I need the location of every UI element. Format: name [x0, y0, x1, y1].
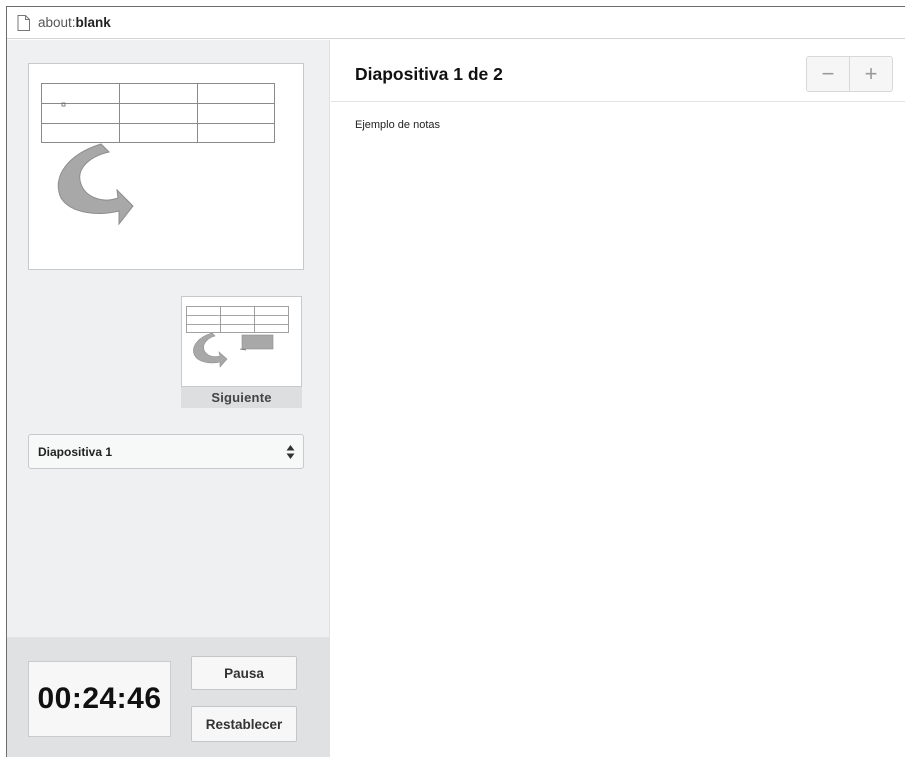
- presenter-sidebar: Siguiente Diapositiva 1 00:24:46 Pausa R…: [7, 40, 330, 757]
- slide-select-value: Diapositiva 1: [38, 444, 113, 459]
- zoom-in-button[interactable]: +: [849, 57, 892, 91]
- url-prefix: about:: [38, 15, 76, 30]
- url-text: about:blank: [38, 15, 111, 30]
- speaker-notes[interactable]: Ejemplo de notas: [355, 119, 440, 131]
- pause-button[interactable]: Pausa: [191, 656, 297, 690]
- reset-button[interactable]: Restablecer: [191, 706, 297, 742]
- slide-select[interactable]: Diapositiva 1: [28, 434, 304, 469]
- zoom-controls: − +: [806, 56, 893, 92]
- next-slide-container[interactable]: Siguiente: [181, 296, 302, 408]
- timer-area: 00:24:46 Pausa Restablecer: [7, 637, 330, 757]
- notes-header: Diapositiva 1 de 2 − +: [331, 40, 905, 102]
- address-bar[interactable]: about:blank: [7, 7, 905, 39]
- page-title: Diapositiva 1 de 2: [355, 64, 503, 84]
- current-slide-preview[interactable]: [28, 63, 304, 270]
- next-slide-content: [186, 306, 289, 368]
- current-slide-content: [41, 83, 275, 226]
- curved-arrow-shape: [57, 143, 134, 226]
- zoom-out-button[interactable]: −: [807, 57, 849, 91]
- page-icon: [17, 14, 30, 31]
- next-slide-preview[interactable]: [181, 296, 302, 387]
- next-slide-label: Siguiente: [181, 387, 302, 408]
- notes-pane: Diapositiva 1 de 2 − + Ejemplo de notas: [331, 40, 905, 757]
- up-down-arrows-icon: [286, 444, 295, 459]
- timer-display: 00:24:46: [28, 661, 171, 737]
- url-host: blank: [75, 15, 111, 30]
